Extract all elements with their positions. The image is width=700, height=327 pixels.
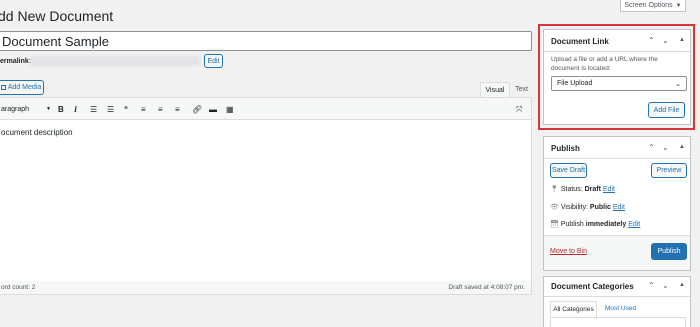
add-media-button[interactable]: Add Media <box>0 80 44 95</box>
editor-content[interactable]: ocument description <box>1 128 73 137</box>
status-row: 📍︎ Status: Draft Edit <box>550 185 615 193</box>
tab-visual[interactable]: Visual <box>480 82 510 97</box>
tab-all-categories-label: All Categories <box>553 306 594 313</box>
chevron-up-icon[interactable]: ⌃ <box>648 281 655 290</box>
permalink-edit-label: Edit <box>207 57 220 65</box>
document-link-box: Document Link ⌃ ⌄ ▲ Upload a file or add… <box>543 29 691 125</box>
toolbar-toggle-icon[interactable]: ▦ <box>226 105 234 114</box>
editor-toolbar: aragraph ▼ B I ☰ ☰ “ ≡ ≡ ≡ 🔗︎ ▬ ▦ ⤧ <box>0 98 531 120</box>
media-icon <box>0 85 6 90</box>
move-to-bin-link[interactable]: Move to Bin <box>550 248 587 255</box>
triangle-up-icon[interactable]: ▲ <box>679 37 685 43</box>
chevron-up-icon[interactable]: ⌃ <box>648 143 655 152</box>
triangle-up-icon[interactable]: ▲ <box>679 282 685 288</box>
chevron-up-icon[interactable]: ⌃ <box>648 36 655 45</box>
add-file-button[interactable]: Add File <box>648 102 685 118</box>
post-title-value: Document Sample <box>2 34 109 49</box>
status-edit-link[interactable]: Edit <box>603 186 615 193</box>
bullet-list-icon[interactable]: ☰ <box>90 105 97 114</box>
bold-icon[interactable]: B <box>58 105 64 114</box>
visibility-row: 👁︎ Visibility: Public Edit <box>550 203 625 211</box>
more-tag-icon[interactable]: ▬ <box>209 105 217 114</box>
tab-visual-label: Visual <box>485 86 505 94</box>
visibility-edit-link[interactable]: Edit <box>613 204 625 211</box>
permalink-label: ermalink: <box>0 58 32 65</box>
blockquote-icon[interactable]: “ <box>124 105 128 114</box>
pin-icon: 📍︎ <box>550 186 559 193</box>
document-link-description: Upload a file or add a URL where the doc… <box>551 56 658 72</box>
publish-box: Publish ⌃ ⌄ ▲ Save Draft Preview 📍︎ Stat… <box>543 136 691 271</box>
tab-most-used[interactable]: Most Used <box>605 305 636 312</box>
screen-options-label: Screen Options <box>624 2 673 9</box>
editor-statusbar: ord count: 2 Draft saved at 4:08:07 pm. <box>0 281 532 295</box>
document-categories-box: Document Categories ⌃ ⌄ ▲ All Categories… <box>543 276 691 327</box>
eye-icon: 👁︎ <box>550 204 559 211</box>
publish-button-label: Publish <box>657 248 681 255</box>
document-link-title: Document Link <box>551 37 609 46</box>
publish-title: Publish <box>551 144 580 153</box>
preview-button[interactable]: Preview <box>651 163 687 178</box>
triangle-up-icon[interactable]: ▲ <box>679 144 685 150</box>
schedule-edit-link[interactable]: Edit <box>628 221 640 228</box>
chevron-down-icon[interactable]: ⌄ <box>662 36 669 45</box>
post-title-input[interactable]: Document Sample <box>0 31 532 51</box>
add-media-label: Add Media <box>7 84 42 91</box>
editor: aragraph ▼ B I ☰ ☰ “ ≡ ≡ ≡ 🔗︎ ▬ ▦ ⤧ ocum… <box>0 97 532 295</box>
document-link-select-value: File Upload <box>557 80 593 87</box>
status-label: Status: <box>560 186 583 193</box>
link-icon[interactable]: 🔗︎ <box>192 105 202 114</box>
document-link-select[interactable]: File Upload ⌄ <box>551 76 687 91</box>
publish-actions: Move to Bin Publish <box>544 235 690 270</box>
chevron-down-icon: ▼ <box>46 106 51 112</box>
visibility-value: Public <box>589 204 611 211</box>
schedule-label: Publish <box>560 221 584 228</box>
italic-icon[interactable]: I <box>74 105 77 114</box>
visibility-label: Visibility: <box>560 204 588 211</box>
number-list-icon[interactable]: ☰ <box>107 105 114 114</box>
chevron-down-icon[interactable]: ⌄ <box>662 143 669 152</box>
align-left-icon[interactable]: ≡ <box>141 105 146 114</box>
page-title: dd New Document <box>0 8 114 24</box>
calendar-icon: 📅︎ <box>550 221 559 228</box>
status-value: Draft <box>584 186 601 193</box>
expand-icon[interactable]: ⤧ <box>516 105 522 115</box>
publish-button[interactable]: Publish <box>651 243 687 260</box>
align-center-icon[interactable]: ≡ <box>158 105 163 114</box>
tab-text[interactable]: Text <box>511 82 532 97</box>
preview-label: Preview <box>656 167 682 174</box>
chevron-down-icon: ⌄ <box>675 80 681 88</box>
permalink-edit-button[interactable]: Edit <box>204 54 223 68</box>
format-select[interactable]: aragraph ▼ <box>1 103 51 115</box>
chevron-down-icon[interactable]: ⌄ <box>662 281 669 290</box>
add-file-label: Add File <box>653 106 680 114</box>
draft-saved: Draft saved at 4:08:07 pm. <box>448 284 525 291</box>
align-right-icon[interactable]: ≡ <box>175 105 180 114</box>
document-categories-title: Document Categories <box>551 282 634 291</box>
schedule-value: immediately <box>585 221 627 228</box>
permalink-url <box>30 56 200 66</box>
save-draft-label: Save Draft <box>551 167 586 174</box>
caret-down-icon: ▼ <box>675 2 682 9</box>
schedule-row: 📅︎ Publish immediately Edit <box>550 220 640 228</box>
screen-options-button[interactable]: Screen Options ▼ <box>620 0 686 12</box>
tab-text-label: Text <box>515 86 528 93</box>
save-draft-button[interactable]: Save Draft <box>550 163 587 178</box>
word-count: ord count: 2 <box>1 284 36 291</box>
format-select-value: aragraph <box>1 105 30 113</box>
tab-all-categories[interactable]: All Categories <box>550 301 597 317</box>
